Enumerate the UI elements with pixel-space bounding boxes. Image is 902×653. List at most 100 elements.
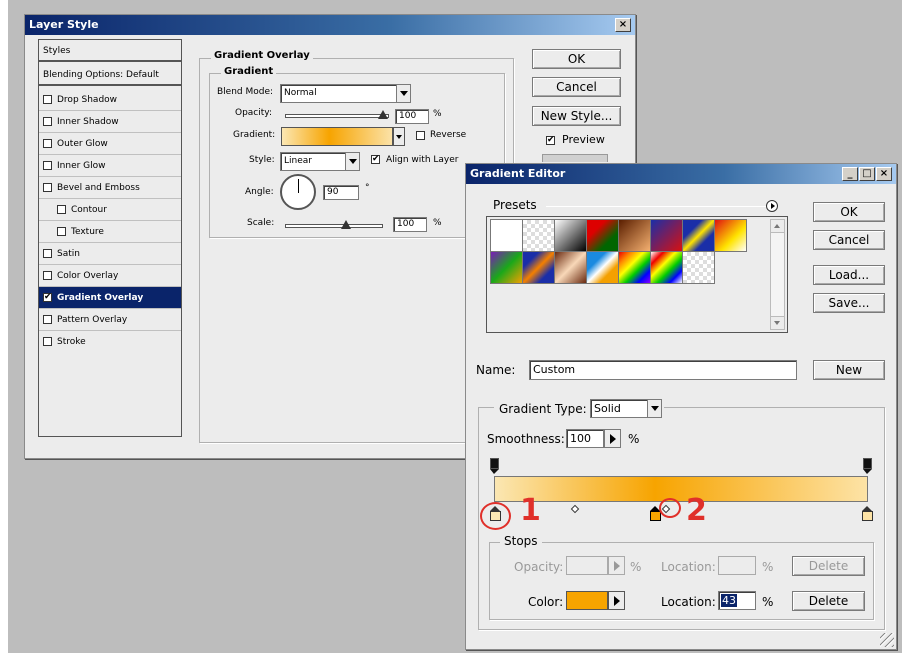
reverse-checkbox[interactable] <box>416 131 425 140</box>
angle-input[interactable]: 90 <box>323 185 359 200</box>
opacity-slider-handle[interactable] <box>378 110 388 119</box>
preset-swatch[interactable] <box>522 219 555 252</box>
close-button[interactable]: × <box>615 18 631 32</box>
checkbox[interactable] <box>43 117 52 126</box>
maximize-button[interactable]: □ <box>859 167 875 181</box>
outer-glow-item[interactable]: Outer Glow <box>39 133 181 155</box>
scroll-up-button[interactable] <box>771 220 784 233</box>
style-select[interactable]: Linear <box>280 152 360 171</box>
chevron-down-icon[interactable] <box>345 153 359 170</box>
delete-color-stop-button[interactable]: Delete <box>792 591 865 611</box>
gradient-preview[interactable] <box>281 127 393 146</box>
checkbox[interactable] <box>57 227 66 236</box>
checkbox[interactable] <box>43 337 52 346</box>
cancel-button[interactable]: Cancel <box>532 77 621 97</box>
stop-color-location-label: Location: <box>661 595 716 609</box>
preset-swatch[interactable] <box>490 251 523 284</box>
scale-input[interactable]: 100 <box>393 217 427 232</box>
stops-label: Stops <box>504 534 538 548</box>
align-with-layer-checkbox[interactable]: ✔ <box>371 155 380 164</box>
checkbox[interactable] <box>43 249 52 258</box>
smoothness-input[interactable]: 100 <box>566 429 604 448</box>
label: Drop Shadow <box>57 95 118 105</box>
preset-swatch[interactable] <box>650 219 683 252</box>
chevron-down-icon <box>774 321 780 325</box>
scale-slider-handle[interactable] <box>341 220 351 229</box>
label: Color Overlay <box>57 271 119 281</box>
styles-header[interactable]: Styles <box>39 40 181 62</box>
gradient-picker-button[interactable] <box>393 127 405 146</box>
inner-glow-item[interactable]: Inner Glow <box>39 155 181 177</box>
name-input[interactable]: Custom <box>529 360 797 380</box>
preset-swatch[interactable] <box>586 219 619 252</box>
close-button[interactable]: × <box>876 167 892 181</box>
satin-item[interactable]: Satin <box>39 243 181 265</box>
opacity-stop-right[interactable] <box>863 458 872 474</box>
scroll-down-button[interactable] <box>771 316 784 329</box>
gradient-editor-dialog: Gradient Editor _ □ × Presets OK Cancel … <box>465 163 897 650</box>
presets-scrollbar[interactable] <box>770 219 785 330</box>
save-button[interactable]: Save... <box>813 293 885 313</box>
blend-mode-label: Blend Mode: <box>217 87 274 97</box>
bevel-emboss-item[interactable]: Bevel and Emboss <box>39 177 181 199</box>
checkbox[interactable] <box>43 139 52 148</box>
minimize-button[interactable]: _ <box>842 167 858 181</box>
gradient-overlay-item[interactable]: ✔ Gradient Overlay <box>39 287 181 309</box>
opacity-input[interactable]: 100 <box>395 109 429 124</box>
presets-menu-button[interactable] <box>766 200 778 212</box>
chevron-down-icon[interactable] <box>647 400 661 417</box>
preset-swatch[interactable] <box>682 251 715 284</box>
stroke-item[interactable]: Stroke <box>39 331 181 353</box>
gradient-editor-titlebar: Gradient Editor _ □ × <box>466 164 896 184</box>
drop-shadow-item[interactable]: Drop Shadow <box>39 89 181 111</box>
opacity-slider-track[interactable] <box>285 114 389 118</box>
stop-color-swatch[interactable] <box>566 591 608 610</box>
preset-swatch[interactable] <box>618 251 651 284</box>
stop-color-location-value: 43 <box>721 594 737 607</box>
reverse-label: Reverse <box>430 130 467 140</box>
checkbox[interactable] <box>43 95 52 104</box>
cancel-button[interactable]: Cancel <box>813 230 885 250</box>
preset-swatch[interactable] <box>650 251 683 284</box>
preset-swatch[interactable] <box>586 251 619 284</box>
checkbox[interactable] <box>43 315 52 324</box>
preset-swatch[interactable] <box>522 251 555 284</box>
preset-swatch[interactable] <box>554 219 587 252</box>
ok-button[interactable]: OK <box>532 49 621 69</box>
preset-swatch[interactable] <box>618 219 651 252</box>
scale-slider-track[interactable] <box>285 224 383 228</box>
load-button[interactable]: Load... <box>813 265 885 285</box>
checkbox[interactable] <box>43 271 52 280</box>
stop-opacity-location-unit: % <box>762 560 774 574</box>
contour-item[interactable]: Contour <box>39 199 181 221</box>
layer-style-title: Layer Style <box>29 18 99 31</box>
preset-swatch[interactable] <box>490 219 523 252</box>
preset-swatch[interactable] <box>714 219 747 252</box>
texture-item[interactable]: Texture <box>39 221 181 243</box>
pattern-overlay-item[interactable]: Pattern Overlay <box>39 309 181 331</box>
stop-color-location-input[interactable]: 43 <box>718 591 756 610</box>
inner-shadow-item[interactable]: Inner Shadow <box>39 111 181 133</box>
checkbox[interactable] <box>43 161 52 170</box>
checkbox[interactable] <box>57 205 66 214</box>
blending-options-item[interactable]: Blending Options: Default <box>39 64 181 86</box>
color-stop-right[interactable] <box>862 506 873 522</box>
opacity-stop-left[interactable] <box>490 458 499 474</box>
gradient-type-select[interactable]: Solid <box>590 399 662 418</box>
new-style-button[interactable]: New Style... <box>532 106 621 126</box>
chevron-down-icon[interactable] <box>396 85 410 102</box>
color-overlay-item[interactable]: Color Overlay <box>39 265 181 287</box>
ok-button[interactable]: OK <box>813 202 885 222</box>
blend-mode-select[interactable]: Normal <box>280 84 411 103</box>
checkbox[interactable] <box>43 183 52 192</box>
gradient-bar[interactable] <box>494 476 868 502</box>
smoothness-slider-button[interactable] <box>604 429 621 448</box>
preview-checkbox[interactable]: ✔ <box>546 136 555 145</box>
angle-dial[interactable] <box>280 174 316 210</box>
resize-grip-icon[interactable] <box>880 633 894 647</box>
preset-swatch[interactable] <box>554 251 587 284</box>
checkbox-checked[interactable]: ✔ <box>43 293 52 302</box>
preset-swatch[interactable] <box>682 219 715 252</box>
new-button[interactable]: New <box>813 360 885 380</box>
stop-color-menu-button[interactable] <box>608 591 625 610</box>
